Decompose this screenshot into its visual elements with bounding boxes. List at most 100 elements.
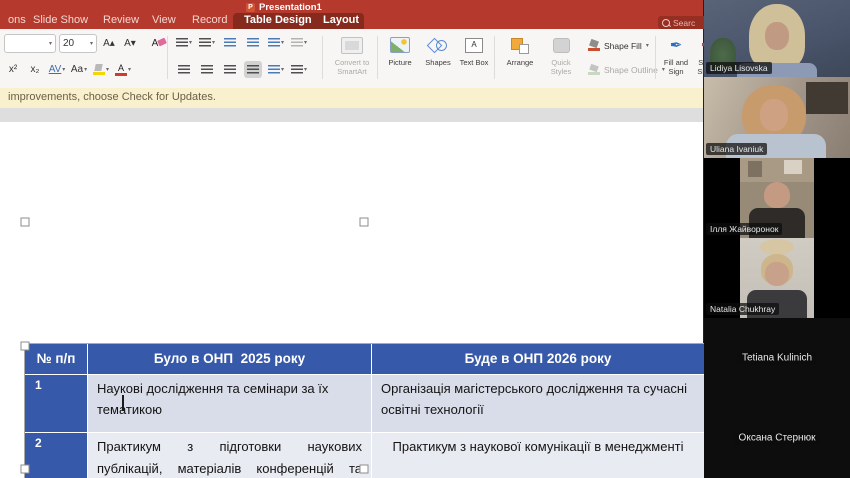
chevron-down-icon: ▾ xyxy=(62,67,66,73)
shapes-label: Shapes xyxy=(425,58,451,67)
selection-handle[interactable] xyxy=(20,464,30,474)
slide-table[interactable]: № п/п Було в ОНП 2025 року Буде в ОНП 20… xyxy=(24,343,705,478)
align-center-icon xyxy=(201,64,213,75)
fill-and-sign-button[interactable]: ✒ Fill and Sign xyxy=(658,33,694,85)
columns-button[interactable]: ▾ xyxy=(290,34,308,51)
participant-name: Lidiya Lisovska xyxy=(706,62,772,74)
arrange-icon xyxy=(511,33,529,57)
shapes-button[interactable]: Shapes xyxy=(420,33,456,85)
chevron-down-icon: ▾ xyxy=(105,67,109,73)
scene-shape xyxy=(784,160,802,174)
increase-indent-icon xyxy=(247,37,259,48)
grow-font-button[interactable]: A▴ xyxy=(100,35,118,52)
tab-table-design[interactable]: Table Design xyxy=(244,13,312,29)
table-header-will[interactable]: Буде в ОНП 2026 року xyxy=(372,344,704,374)
participant-tile[interactable]: Natalia Chukhray xyxy=(704,238,850,319)
screen: P Presentation1 ons Slide Show Review Vi… xyxy=(0,0,850,478)
numbering-button[interactable]: ▾ xyxy=(198,34,216,51)
powerpoint-app-icon: P xyxy=(246,2,255,12)
table-row-num[interactable]: 2 xyxy=(25,433,87,478)
shape-outline-button[interactable]: Shape Outline ▾ xyxy=(588,62,665,77)
highlight-button[interactable]: ▾ xyxy=(92,61,110,78)
smartart-icon xyxy=(341,33,363,57)
quick-styles-button[interactable]: Quick Styles xyxy=(542,33,580,85)
columns-icon xyxy=(290,37,303,48)
picture-icon xyxy=(390,33,410,57)
superscript-button[interactable]: x² xyxy=(4,61,22,78)
tab-slide-show[interactable]: Slide Show xyxy=(33,13,88,29)
bullets-button[interactable]: ▾ xyxy=(175,34,193,51)
scene-shape xyxy=(765,22,789,50)
arrange-button[interactable]: Arrange xyxy=(500,33,540,85)
table-cell-was-1[interactable]: Наукові дослідження та семінари за їх те… xyxy=(88,375,371,432)
selection-handle[interactable] xyxy=(359,217,369,227)
font-size-value: 20 xyxy=(63,38,75,49)
shrink-font-button[interactable]: A▾ xyxy=(121,35,139,52)
search-text: Searc xyxy=(673,17,696,28)
clear-formatting-button[interactable]: A xyxy=(146,35,164,52)
selection-handle[interactable] xyxy=(359,464,369,474)
scene-shape xyxy=(760,239,794,255)
chevron-down-icon: ▾ xyxy=(127,67,131,73)
chevron-down-icon: ▾ xyxy=(280,40,284,46)
picture-button[interactable]: Picture xyxy=(382,33,418,85)
selection-handle[interactable] xyxy=(20,217,30,227)
tab-record[interactable]: Record xyxy=(192,13,227,29)
increase-indent-button[interactable] xyxy=(244,34,262,51)
group-divider xyxy=(322,36,323,79)
table-header-num[interactable]: № п/п xyxy=(25,344,87,374)
font-color-icon: A xyxy=(114,64,127,76)
tab-transitions-cut[interactable]: ons xyxy=(8,13,26,29)
scene-shape xyxy=(764,182,790,208)
participant-tile[interactable]: Tetiana Kulinich xyxy=(704,318,850,399)
participant-name: Uliana Ivaniuk xyxy=(706,143,768,155)
align-left-button[interactable] xyxy=(175,61,193,78)
text-box-icon: A xyxy=(465,33,483,57)
justify-icon xyxy=(247,64,259,75)
subscript-button[interactable]: x₂ xyxy=(26,61,44,78)
tab-review[interactable]: Review xyxy=(103,13,139,29)
tab-view[interactable]: View xyxy=(152,13,176,29)
search-box[interactable]: Searc xyxy=(658,16,708,29)
font-color-button[interactable]: A ▾ xyxy=(114,61,132,78)
table-cell-will-2[interactable]: Практикум з наукової комунікації в менед… xyxy=(372,433,704,478)
line-spacing-button[interactable]: ▾ xyxy=(267,34,285,51)
participant-tile[interactable]: Lidiya Lisovska xyxy=(704,0,850,78)
table-cell-was-2[interactable]: Практикум з підготовки наукових публікац… xyxy=(88,433,371,478)
character-spacing-button[interactable]: AV ▾ xyxy=(48,61,66,78)
workspace-strip xyxy=(0,108,703,123)
shape-fill-button[interactable]: Shape Fill ▾ xyxy=(588,38,649,53)
table-header-was[interactable]: Було в ОНП 2025 року xyxy=(88,344,371,374)
justify-button[interactable] xyxy=(244,61,262,78)
chevron-down-icon: ▾ xyxy=(303,67,307,73)
participant-name: Оксана Стернюк xyxy=(734,431,820,445)
text-direction-button[interactable]: ▾ xyxy=(267,61,285,78)
selection-handle[interactable] xyxy=(20,341,30,351)
participant-tile[interactable]: Оксана Стернюк xyxy=(704,398,850,478)
chevron-down-icon: ▾ xyxy=(211,40,215,46)
decrease-indent-button[interactable] xyxy=(221,34,239,51)
title-bar: P Presentation1 ons Slide Show Review Vi… xyxy=(0,0,708,29)
group-divider xyxy=(655,36,656,79)
participant-tile[interactable]: Ілля Жайворонок xyxy=(704,158,850,239)
paragraph-group-row1: ▾ ▾ ▾ ▾ xyxy=(175,34,308,51)
fill-and-sign-label: Fill and Sign xyxy=(663,58,689,76)
numbering-icon xyxy=(198,37,211,48)
font-size-combo[interactable]: 20 ▾ xyxy=(59,34,97,53)
align-right-button[interactable] xyxy=(221,61,239,78)
picture-label: Picture xyxy=(388,58,412,67)
convert-to-smartart-button[interactable]: Convert to SmartArt xyxy=(328,33,376,85)
align-text-button[interactable]: ▾ xyxy=(290,61,308,78)
tab-layout[interactable]: Layout xyxy=(323,13,359,29)
font-name-combo[interactable]: ▾ xyxy=(4,34,56,53)
document-title-block: P Presentation1 xyxy=(246,1,322,13)
align-center-button[interactable] xyxy=(198,61,216,78)
update-notification-bar[interactable]: improvements, choose Check for Updates. xyxy=(0,88,703,109)
table-row-num[interactable]: 1 xyxy=(25,375,87,432)
slide-canvas[interactable]: № п/п Було в ОНП 2025 року Буде в ОНП 20… xyxy=(0,122,705,478)
change-case-button[interactable]: Aa ▾ xyxy=(70,61,88,78)
table-cell-will-1[interactable]: Організація магістерського дослідження т… xyxy=(372,375,704,432)
text-box-button[interactable]: A Text Box xyxy=(458,33,490,85)
text-direction-icon xyxy=(267,64,280,75)
participant-tile[interactable]: Uliana Ivaniuk xyxy=(704,77,850,159)
